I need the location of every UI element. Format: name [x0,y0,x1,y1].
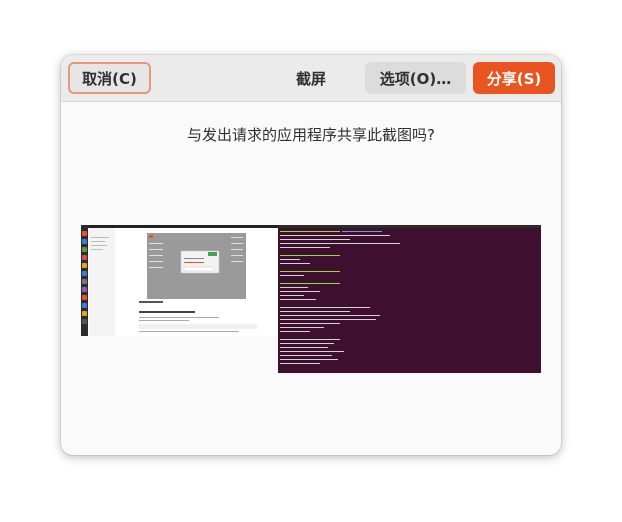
terminal-text-lines [280,231,400,364]
cancel-button[interactable]: 取消(C) [68,62,151,94]
options-button[interactable]: 选项(O)… [365,62,466,94]
cancel-button-label: 取消(C) [82,69,137,88]
mini-document-content [89,228,257,336]
screenshot-share-dialog: 取消(C) 截屏 选项(O)… 分享(S) 与发出请求的应用程序共享此截图吗? [61,55,561,455]
screenshot-preview [81,225,541,373]
screenshot-left-panel [81,225,278,336]
share-button[interactable]: 分享(S) [473,62,555,94]
dialog-title: 截屏 [295,70,326,88]
options-button-label: 选项(O)… [379,69,452,88]
dialog-header-bar: 取消(C) 截屏 选项(O)… 分享(S) [61,55,561,102]
share-question-text: 与发出请求的应用程序共享此截图吗? [187,126,435,144]
share-button-label: 分享(S) [486,69,542,88]
screenshot-terminal-panel [278,225,541,373]
